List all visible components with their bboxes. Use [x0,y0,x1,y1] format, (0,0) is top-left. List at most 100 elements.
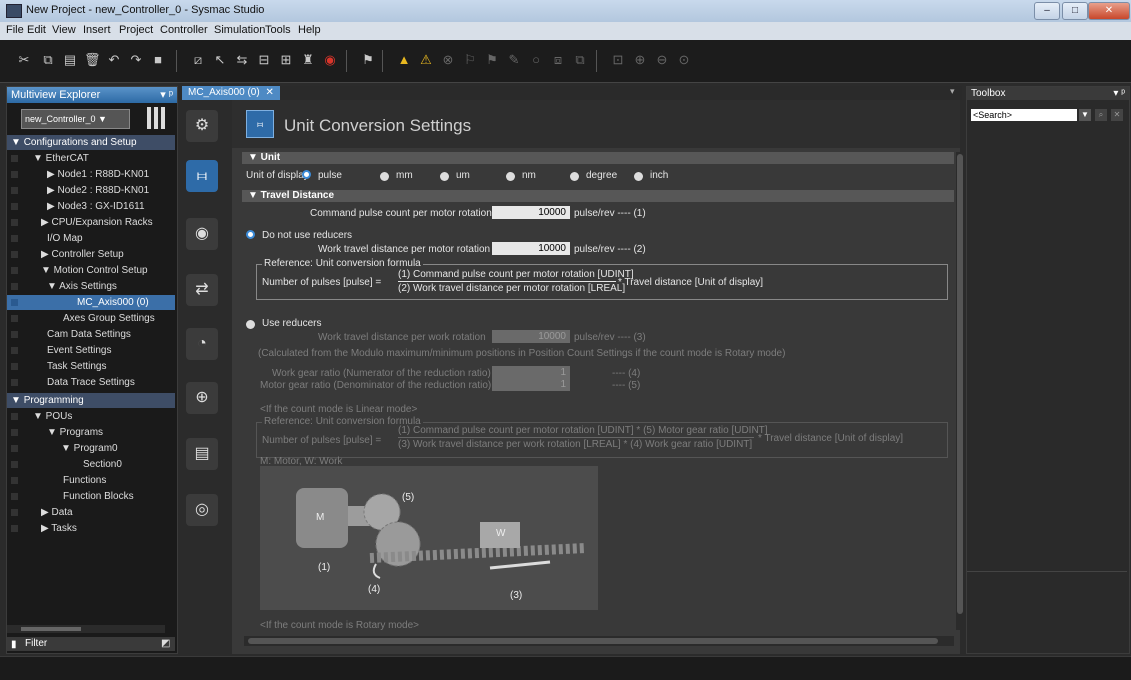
editor-vertical-scroll-thumb[interactable] [957,154,963,614]
work-rotation-input[interactable]: 10000 [492,330,570,343]
minimize-button[interactable]: – [1034,2,1060,20]
unit-radio-um[interactable] [440,172,449,181]
transfer-from-icon[interactable]: ⊞ [278,52,294,68]
no-reducer-radio[interactable] [246,230,255,239]
explorer-hscroll-thumb[interactable] [21,627,81,631]
search-icon[interactable]: ⌕ [1095,109,1107,121]
unit-section-header[interactable]: ▼ Unit [242,152,954,164]
breakpoint-icon[interactable]: ⧉ [572,52,588,68]
tab-close-icon[interactable]: ✕ [265,87,273,98]
filter-toggle-icon[interactable]: ◩ [161,638,170,649]
tree-item-programming[interactable]: ▼ Programming [7,393,175,408]
tree-item-motion-control[interactable]: ▼ Motion Control Setup [7,263,209,278]
unit-radio-inch[interactable] [634,172,643,181]
synchronize-icon[interactable]: ⇆ [234,52,250,68]
work-travel-input[interactable]: 10000 [492,242,570,255]
other-settings-icon[interactable]: ◎ [186,494,218,526]
search-dropdown-icon[interactable]: ▼ [1079,109,1091,121]
tree-item-configurations[interactable]: ▼ Configurations and Setup [7,135,175,150]
fit-icon[interactable]: ⊡ [610,52,626,68]
tree-item-mc-axis000[interactable]: MC_Axis000 (0) [7,295,175,310]
tab-list-icon[interactable]: ▾ [950,86,955,97]
menu-insert[interactable]: Insert [83,24,111,36]
explorer-title: Multiview Explorer [11,89,101,101]
editor-vertical-scrollbar[interactable] [956,152,964,630]
diagram-label-5: (5) [402,492,415,503]
stop-icon[interactable]: ◉ [322,52,338,68]
menu-tools[interactable]: Tools [265,24,291,36]
force-on-icon[interactable]: ⚐ [462,52,478,68]
toolbox-title: Toolbox [971,88,1006,99]
copy-icon[interactable]: ⧉ [40,52,56,68]
axis-basic-settings-icon[interactable]: ⚙ [186,110,218,142]
caution-icon[interactable]: ⚠ [418,52,434,68]
toolbox-search-input[interactable]: <Search> [971,109,1077,121]
undo-icon[interactable]: ↶ [106,52,122,68]
editor-horizontal-scroll-thumb[interactable] [248,638,938,644]
menu-controller[interactable]: Controller [160,24,208,36]
warning-icon[interactable]: ▲ [396,52,412,68]
menu-simulation[interactable]: Simulation [214,24,265,36]
cut-icon[interactable]: ✂ [16,52,32,68]
redo-icon[interactable]: ↷ [128,52,144,68]
force-off-icon[interactable]: ⚑ [484,52,500,68]
tree-item-tasks[interactable]: ▶ Tasks [7,521,209,536]
unit-radio-pulse[interactable] [302,170,311,179]
menu-file[interactable]: File [6,24,24,36]
clear-search-icon[interactable]: ✕ [1111,109,1123,121]
limit-settings-icon[interactable]: ◔ [186,328,218,360]
connect-icon[interactable]: ↖ [212,52,228,68]
paste-icon[interactable]: ▤ [62,52,78,68]
filter-bar[interactable]: ▮ Filter ◩ [7,637,175,651]
command-pulse-input[interactable]: 10000 [492,206,570,219]
multiview-explorer: Multiview Explorer ▾ ᵖ new_Controller_0 … [6,86,178,654]
explorer-hscrollbar[interactable] [7,625,165,633]
formula-denominator: (2) Work travel distance per motor rotat… [398,283,626,294]
tree-item-pous[interactable]: ▼ POUs [7,409,201,424]
run-mode-icon[interactable]: ⚑ [360,52,376,68]
travel-distance-section-header[interactable]: ▼ Travel Distance [242,190,954,202]
step-icon[interactable]: ⧈ [550,52,566,68]
tree-item-controller-setup[interactable]: ▶ Controller Setup [7,247,209,262]
tree-item-ethercat[interactable]: ▼ EtherCAT [7,151,201,166]
online-icon[interactable]: ⧄ [190,52,206,68]
controller-selector[interactable]: new_Controller_0 ▼ [21,109,130,129]
tree-item-data[interactable]: ▶ Data [7,505,209,520]
close-button[interactable]: ✕ [1088,2,1130,20]
zoom-reset-icon[interactable]: ⊙ [676,52,692,68]
use-reducers-radio[interactable] [246,320,255,329]
toolbox-pin-icon[interactable]: ▾ ᵖ [1113,87,1125,100]
unit-radio-mm[interactable] [380,172,389,181]
servo-drive-icon[interactable]: ▤ [186,438,218,470]
reset-icon[interactable]: ○ [528,52,544,68]
menu-help[interactable]: Help [298,24,321,36]
editor-horizontal-scrollbar[interactable] [244,636,954,646]
command-pulse-label: Command pulse count per motor rotation [310,208,492,219]
zoom-out-icon[interactable]: ⊖ [654,52,670,68]
set-value-icon[interactable]: ✎ [506,52,522,68]
save-icon[interactable]: ■ [150,52,166,68]
build-icon[interactable]: ♜ [300,52,316,68]
zoom-in-icon[interactable]: ⊕ [632,52,648,68]
pin-icon[interactable]: ▾ ᵖ [160,87,173,103]
maximize-button[interactable]: □ [1062,2,1088,20]
unit-conversion-icon[interactable]: ⧦ [186,160,218,192]
delete-icon[interactable]: 🗑 [84,52,101,68]
editor-tab-bar: MC_Axis000 (0) ✕ ▾ [178,86,962,100]
monitor-icon[interactable]: ⊗ [440,52,456,68]
operation-settings-icon[interactable]: ◉ [186,218,218,250]
homing-settings-icon[interactable]: ⇄ [186,274,218,306]
app-icon [6,4,22,18]
menu-project[interactable]: Project [119,24,153,36]
formula2-denominator: (3) Work travel distance per work rotati… [398,439,753,450]
position-count-icon[interactable]: ⊕ [186,382,218,414]
menu-edit[interactable]: Edit [27,24,46,36]
tree-item-cpu-racks[interactable]: ▶ CPU/Expansion Racks [7,215,209,230]
menu-view[interactable]: View [52,24,76,36]
explorer-title-bar: Multiview Explorer ▾ ᵖ [7,87,177,103]
transfer-to-icon[interactable]: ⊟ [256,52,272,68]
unit-radio-degree[interactable] [570,172,579,181]
tab-mc-axis000[interactable]: MC_Axis000 (0) ✕ [182,86,280,100]
unit-radio-nm[interactable] [506,172,515,181]
motor-gear-input[interactable]: 1 [492,378,570,391]
